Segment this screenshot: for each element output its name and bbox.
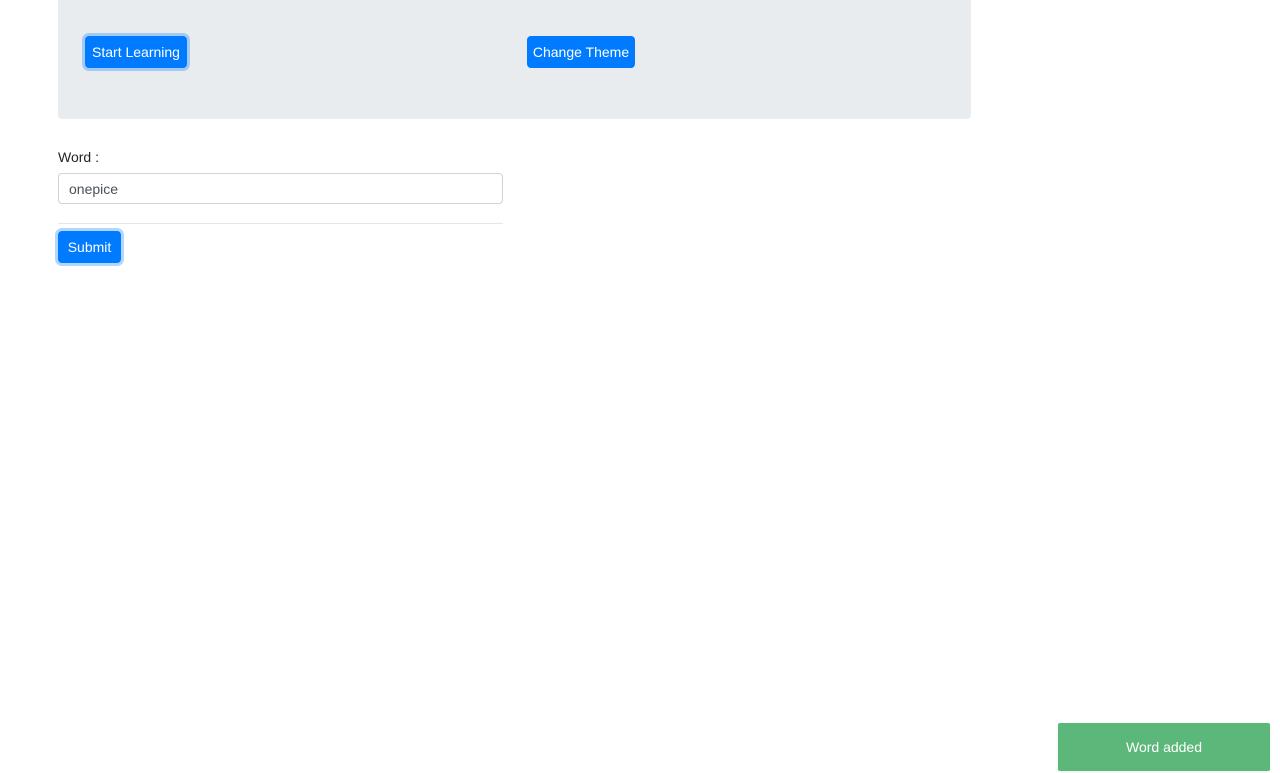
toast-message: Word added	[1125, 739, 1202, 755]
change-theme-button[interactable]: Change Theme	[527, 36, 635, 68]
word-input[interactable]	[58, 173, 503, 204]
hero-panel: Start Learning Change Theme	[58, 0, 971, 119]
form-divider	[58, 223, 503, 224]
word-field-label: Word :	[58, 149, 99, 165]
word-added-toast[interactable]: Word added	[1058, 723, 1270, 771]
start-learning-button[interactable]: Start Learning	[85, 36, 187, 68]
word-form: Word : Submit	[58, 148, 503, 263]
hero-panel-inner: Start Learning Change Theme	[58, 0, 971, 119]
submit-button[interactable]: Submit	[58, 231, 121, 263]
